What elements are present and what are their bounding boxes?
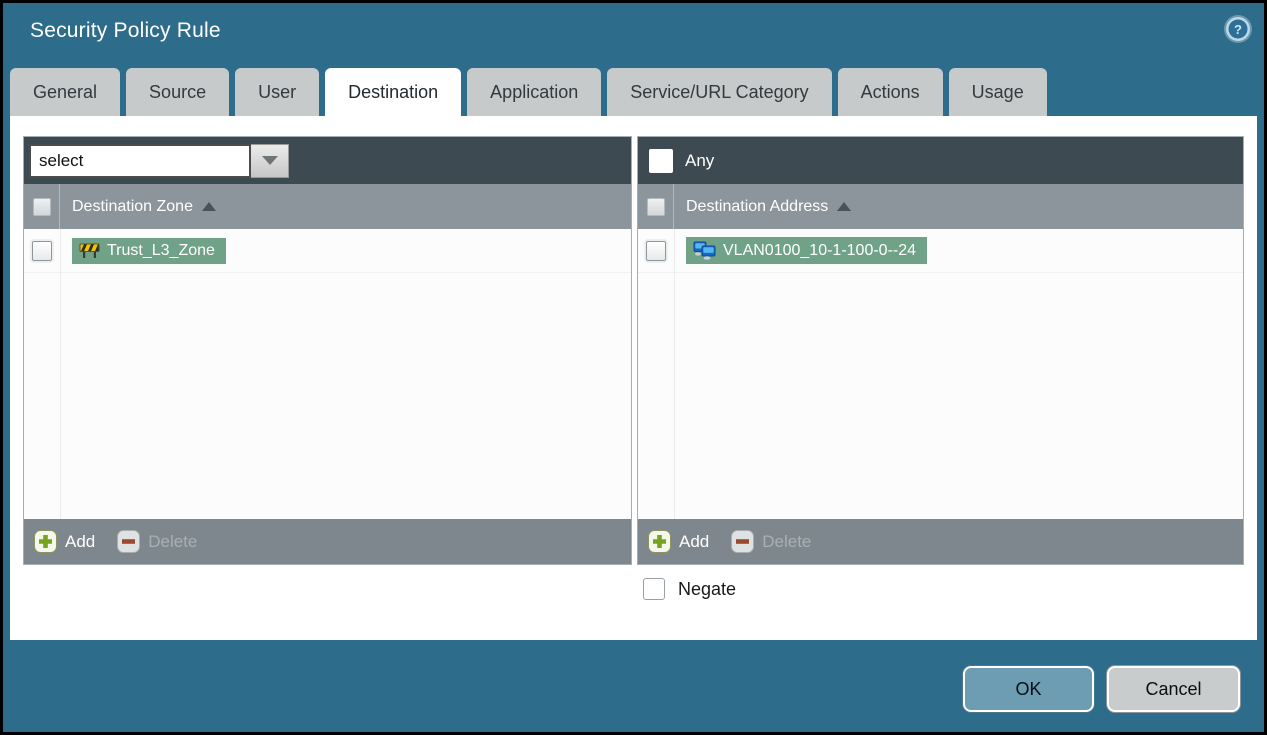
tab-general[interactable]: General [10,68,121,116]
minus-icon [117,530,141,553]
chevron-down-icon [261,156,278,165]
zone-delete-button[interactable]: Delete [117,530,197,553]
address-grid-rows: VLAN0100_10-1-100-0--24 [638,229,1243,519]
address-delete-label: Delete [762,531,812,551]
address-column-header: Destination Address [686,197,829,215]
minus-icon [731,530,755,553]
zone-grid-header: Destination Zone [24,184,631,229]
address-add-button[interactable]: Add [648,530,709,553]
destination-address-panel: Any Destination Address VLAN0100_10-1-10… [637,136,1244,565]
address-footer: Add Delete [638,519,1243,564]
tab-bar: General Source User Destination Applicat… [10,68,1047,116]
tab-application[interactable]: Application [467,68,602,116]
tab-user[interactable]: User [235,68,320,116]
ok-button[interactable]: OK [963,666,1094,712]
zone-table-row: Trust_L3_Zone [24,229,631,273]
zone-toolbar [24,137,631,184]
address-row-label: VLAN0100_10-1-100-0--24 [723,241,917,259]
zone-row-checkbox[interactable] [32,240,52,261]
zone-grid-rows: Trust_L3_Zone [24,229,631,519]
address-row-value[interactable]: VLAN0100_10-1-100-0--24 [686,237,928,264]
destination-tab-content: Destination Zone [10,116,1257,640]
zone-add-label: Add [65,531,96,551]
zone-row-label: Trust_L3_Zone [107,241,215,259]
address-select-all-cell [638,184,674,229]
zone-row-value[interactable]: Trust_L3_Zone [72,237,226,264]
tab-source[interactable]: Source [126,68,230,116]
zone-delete-label: Delete [148,531,198,551]
any-label: Any [685,150,715,170]
security-policy-rule-dialog: Security Policy Rule ? General Source Us… [0,0,1267,735]
address-table-row: VLAN0100_10-1-100-0--24 [638,229,1243,273]
dialog-titlebar: Security Policy Rule ? [3,3,1264,65]
address-delete-button[interactable]: Delete [731,530,811,553]
any-checkbox[interactable] [649,148,673,173]
sort-ascending-icon[interactable] [837,202,852,211]
zone-add-button[interactable]: Add [34,530,95,553]
dialog-title: Security Policy Rule [30,19,221,42]
zone-select-all-checkbox[interactable] [32,197,51,216]
tab-usage[interactable]: Usage [948,68,1047,116]
zone-barrier-icon [79,243,100,258]
plus-icon [34,530,57,553]
address-grid-header: Destination Address [638,184,1243,229]
tab-actions[interactable]: Actions [837,68,943,116]
address-row-checkbox-cell [638,229,674,272]
address-row-checkbox[interactable] [646,240,666,261]
address-select-all-checkbox[interactable] [646,197,665,216]
negate-label: Negate [678,578,737,599]
plus-icon [648,530,671,553]
svg-text:?: ? [1234,22,1242,37]
zone-row-checkbox-cell [24,229,60,272]
network-computers-icon [693,241,716,260]
zone-select-input[interactable] [29,143,251,178]
zone-column-header: Destination Zone [72,197,193,215]
address-toolbar: Any [638,137,1243,184]
tab-service-url-category[interactable]: Service/URL Category [607,68,832,116]
negate-row: Negate [643,578,736,600]
cancel-button[interactable]: Cancel [1107,666,1240,712]
zone-select-dropdown-button[interactable] [251,143,289,178]
sort-ascending-icon[interactable] [201,202,216,211]
negate-checkbox[interactable] [643,578,665,600]
zone-footer: Add Delete [24,519,631,564]
destination-zone-panel: Destination Zone [23,136,632,565]
tab-destination[interactable]: Destination [325,68,462,116]
zone-select-all-cell [24,184,60,229]
zone-select-combo [29,143,289,178]
address-add-label: Add [679,531,710,551]
help-icon[interactable]: ? [1223,14,1253,44]
